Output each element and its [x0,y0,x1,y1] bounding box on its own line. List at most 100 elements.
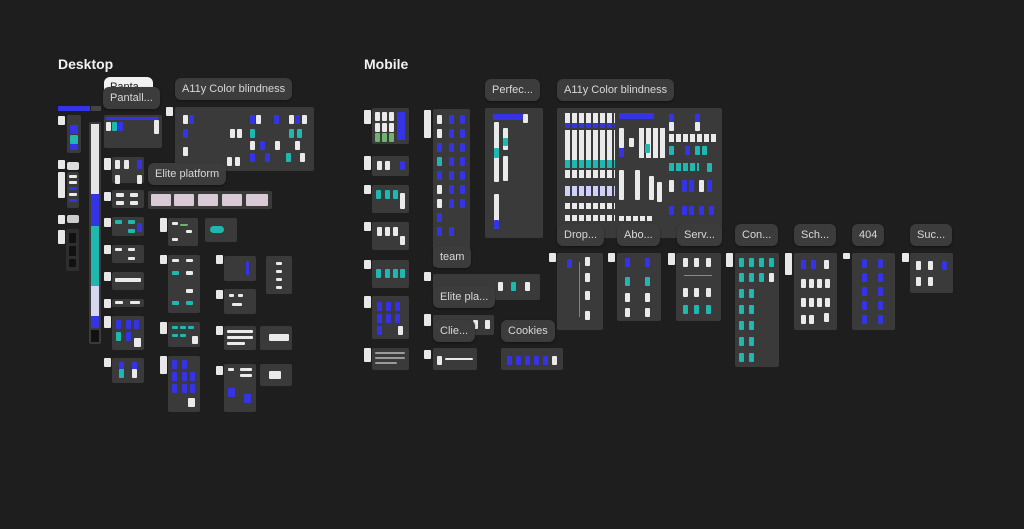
sticky-note[interactable] [104,245,111,254]
sticky-note[interactable] [785,253,792,275]
mobile-frame-cookies[interactable] [501,348,563,370]
mobile-frame-4[interactable] [372,222,409,250]
sticky-note[interactable] [902,253,909,262]
sticky-note[interactable] [424,314,431,326]
sticky-note[interactable] [726,253,733,267]
sticky-note[interactable] [58,230,65,244]
frame-label-elite-pla[interactable]: Elite pla... [433,286,496,308]
mobile-frame-bottom-a[interactable] [433,348,477,370]
mobile-frame-con[interactable] [735,253,779,367]
sticky-note[interactable] [424,272,431,281]
sticky-note[interactable] [58,116,65,125]
mobile-frame-team[interactable] [433,109,470,267]
sticky-note[interactable] [668,253,675,265]
desktop-frame-r9[interactable] [112,358,144,383]
desktop-frame-r6[interactable] [112,272,144,290]
frame-label-suc[interactable]: Suc... [910,224,953,246]
frame-label-perfec[interactable]: Perfec... [485,79,540,101]
desktop-frame-col1e[interactable] [66,229,79,271]
frame-label-serv[interactable]: Serv... [677,224,722,246]
frame-label-clie[interactable]: Clie... [433,320,476,342]
sticky-note[interactable] [216,326,223,335]
mobile-frame-text[interactable] [372,348,409,370]
desktop-frame-data-panel[interactable] [260,326,292,350]
sticky-note[interactable] [104,299,111,308]
sticky-note[interactable] [104,272,111,281]
sticky-note[interactable] [216,290,223,299]
frame-label-a11y-mobile[interactable]: A11y Color blindness [557,79,675,101]
desktop-frame-r2[interactable] [112,157,144,184]
frame-label-sch[interactable]: Sch... [794,224,837,246]
sticky-note[interactable] [364,156,371,170]
sticky-note[interactable] [424,110,431,138]
sticky-note[interactable] [364,185,371,194]
desktop-frame-nodes[interactable] [224,289,256,314]
desktop-frame-teal-grid[interactable] [168,322,200,347]
frame-label-pantall[interactable]: Pantall... [103,87,160,109]
desktop-frame-flow[interactable] [168,218,198,246]
mobile-frame-drop[interactable] [557,253,603,330]
desktop-frame-blue-grid[interactable] [168,356,200,412]
desktop-nav-bar-dark[interactable] [91,106,101,111]
sticky-note[interactable] [104,158,111,170]
desktop-frame-elite-platform[interactable] [148,191,272,209]
frame-label-cookies[interactable]: Cookies [501,320,555,342]
sticky-note[interactable] [843,253,850,259]
sticky-note[interactable] [160,255,167,264]
frame-label-a11y-desktop[interactable]: A11y Color blindness [175,78,293,100]
desktop-frame-r5[interactable] [112,245,144,263]
frame-label-abo[interactable]: Abo... [617,224,660,246]
sticky-note[interactable] [216,366,223,375]
desktop-frame-chart-small[interactable] [224,256,256,281]
mobile-frame-a11y[interactable] [557,108,722,238]
frame-label-team[interactable]: team [433,246,472,268]
mobile-frame-3[interactable] [372,185,409,213]
sticky-note[interactable] [58,160,65,169]
mobile-frame-2[interactable] [372,156,409,176]
desktop-frame-col1b[interactable] [67,162,79,170]
desktop-frame-list[interactable] [266,256,292,294]
desktop-frame-modal[interactable] [224,364,256,412]
sticky-note[interactable] [104,218,111,227]
desktop-frame-col1a[interactable] [67,115,81,153]
desktop-frame-pantall[interactable] [104,115,162,148]
mobile-frame-6[interactable] [372,296,409,339]
sticky-note[interactable] [424,350,431,359]
mobile-frame-abo[interactable] [617,253,661,321]
desktop-frame-form-stack[interactable] [168,255,200,313]
mobile-frame-sch[interactable] [794,253,837,330]
desktop-frame-illustration[interactable] [205,218,237,242]
sticky-note[interactable] [104,192,111,201]
frame-label-elite-platform[interactable]: Elite platform [148,163,227,185]
mobile-frame-5[interactable] [372,260,409,288]
desktop-frame-table[interactable] [224,326,256,350]
sticky-note[interactable] [364,296,371,308]
desktop-frame-a11y[interactable] [175,107,314,171]
sticky-note[interactable] [364,110,371,124]
desktop-frame-r3[interactable] [112,190,144,208]
desktop-frame-r4[interactable] [112,217,144,236]
mobile-frame-perfec[interactable] [485,108,543,238]
sticky-note[interactable] [364,222,371,231]
sticky-note[interactable] [58,215,65,224]
desktop-frame-col1d[interactable] [67,215,79,223]
mobile-frame-serv[interactable] [676,253,721,321]
desktop-frame-card[interactable] [260,364,292,386]
sticky-note[interactable] [58,172,65,198]
frame-label-404[interactable]: 404 [852,224,885,246]
sticky-note[interactable] [549,253,556,262]
sticky-note[interactable] [608,253,615,262]
frame-label-drop[interactable]: Drop... [557,224,605,246]
sticky-note[interactable] [160,322,167,334]
sticky-note[interactable] [166,107,173,116]
frame-label-con[interactable]: Con... [735,224,779,246]
sticky-note[interactable] [216,255,223,264]
sticky-note[interactable] [160,218,167,232]
desktop-frame-r7[interactable] [112,299,144,307]
sticky-note[interactable] [104,316,111,328]
desktop-frame-r8[interactable] [112,316,144,350]
mobile-frame-suc[interactable] [910,253,953,293]
desktop-nav-bar[interactable] [58,106,90,111]
desktop-frame-col1c[interactable] [67,172,79,208]
sticky-note[interactable] [160,356,167,374]
